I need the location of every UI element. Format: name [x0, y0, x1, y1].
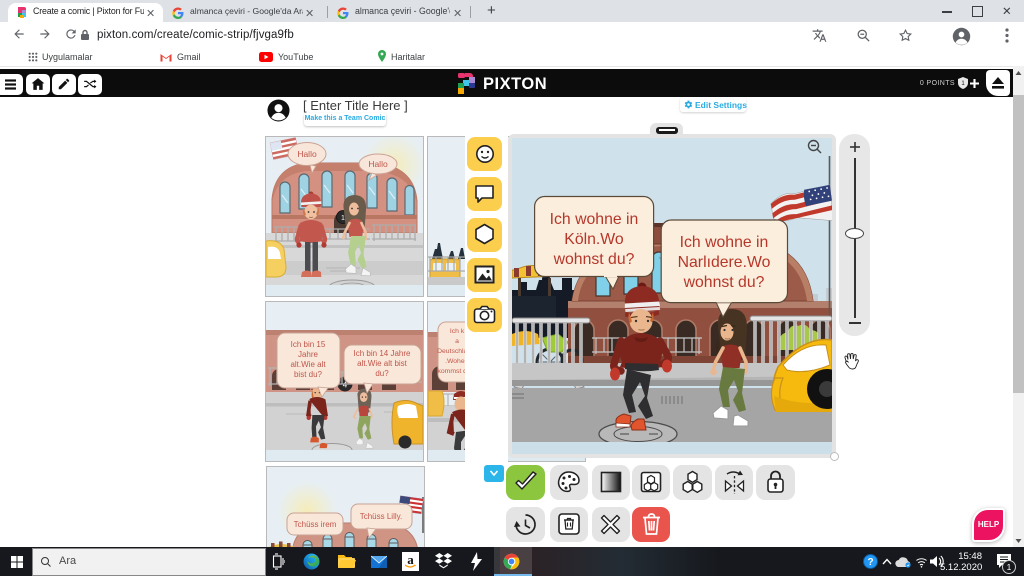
- svg-text:alt.Wie alt bist: alt.Wie alt bist: [357, 359, 408, 368]
- svg-text:Narlıdere.Wo: Narlıdere.Wo: [677, 254, 770, 271]
- svg-text:Köln.Wo: Köln.Wo: [564, 231, 624, 248]
- svg-text:Ich k: Ich k: [450, 328, 465, 335]
- svg-text:du?: du?: [375, 369, 389, 378]
- svg-text:bist du?: bist du?: [294, 370, 323, 379]
- svg-text:?: ?: [867, 557, 873, 568]
- svg-text:Ich wohne in: Ich wohne in: [549, 211, 638, 228]
- svg-text:wohnst du?: wohnst du?: [552, 251, 634, 268]
- svg-text:Hallo: Hallo: [297, 149, 317, 159]
- svg-text:Hallo: Hallo: [368, 159, 388, 169]
- svg-text:wohnst du?: wohnst du?: [682, 274, 764, 291]
- svg-text:1: 1: [341, 215, 345, 222]
- svg-text:Tchüss Lilly.: Tchüss Lilly.: [360, 512, 403, 521]
- svg-text:Ich bin 15: Ich bin 15: [291, 340, 326, 349]
- svg-text:Jahre: Jahre: [298, 350, 319, 359]
- svg-text:Ich wohne in: Ich wohne in: [679, 234, 768, 251]
- svg-text:Tchüss irem: Tchüss irem: [294, 520, 337, 529]
- svg-text:a: a: [455, 338, 459, 345]
- svg-text:Ich bin 14 Jahre: Ich bin 14 Jahre: [354, 349, 411, 358]
- svg-text:alt.Wie alt: alt.Wie alt: [290, 360, 326, 369]
